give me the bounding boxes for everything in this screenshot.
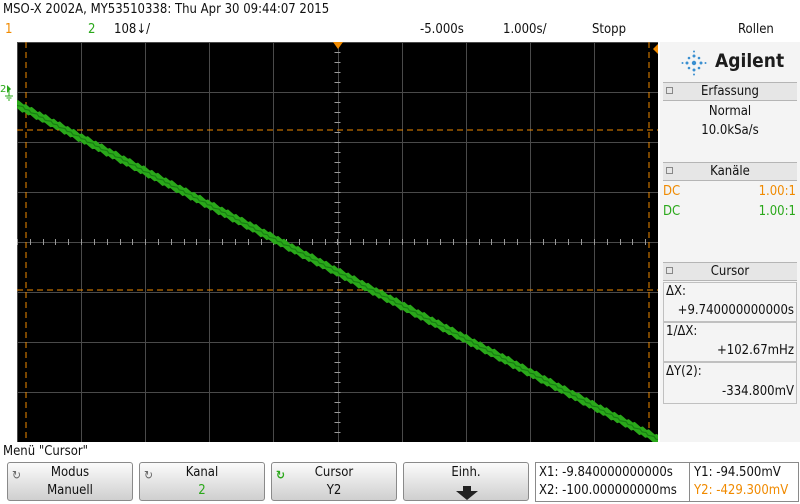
waveform-graticule (13, 42, 662, 443)
run-state: Stopp (592, 22, 627, 37)
softkey-cursor[interactable]: ↻ Cursor Y2 (271, 462, 397, 501)
side-panel: Agilent Erfassung Normal 10.0kSa/s Kanäl… (660, 42, 800, 442)
softkey-channel-label: Kanal (185, 465, 219, 480)
channels-heading[interactable]: Kanäle (663, 162, 797, 181)
readout-x2: X2: -100.000000000ms (539, 483, 677, 498)
trigger-marker-icon (333, 42, 343, 49)
timebase-value: 1.000s/ (503, 22, 547, 37)
acquisition-mode: Normal (708, 104, 752, 119)
brand-logo: Agilent (715, 50, 785, 72)
delta-y-value: -334.800mV (722, 384, 794, 399)
softkey-cursor-label: Cursor (314, 465, 354, 480)
softkey-channel-value: 2 (198, 483, 206, 498)
acquisition-heading[interactable]: Erfassung (663, 82, 797, 101)
inverse-delta-x-box: 1/ΔX: +102.67mHz (663, 322, 797, 362)
menu-title: Menü "Cursor" (3, 444, 89, 459)
readout-y2: Y2: -429.300mV (694, 483, 789, 498)
inverse-delta-x-value: +102.67mHz (716, 343, 794, 358)
softkey-channel[interactable]: ↻ Kanal 2 (139, 462, 265, 501)
softkey-cursor-value: Y2 (326, 483, 342, 498)
acquisition-mode-label: Rollen (738, 22, 774, 37)
inverse-delta-x-label: 1/ΔX: (666, 324, 698, 339)
delay-marker-icon (653, 44, 658, 54)
softkey-units[interactable]: Einh. (403, 462, 529, 501)
channel1-probe: 1.00:1 (758, 184, 796, 199)
agilent-spark-icon (680, 49, 708, 81)
softkey-mode-value: Manuell (47, 483, 93, 498)
delta-y-label: ΔY(2): (666, 364, 702, 379)
sample-rate: 10.0kSa/s (701, 123, 759, 138)
readout-x1: X1: -9.840000000000s (539, 465, 673, 480)
delay-value: -5.000s (420, 22, 464, 37)
softkey-mode[interactable]: ↻ Modus Manuell (7, 462, 133, 501)
channel2-scale: 108↓/ (114, 22, 151, 37)
delta-y-box: ΔY(2): -334.800mV (663, 362, 797, 404)
down-arrow-icon (454, 485, 480, 504)
window-title: MSO-X 2002A, MY53510338: Thu Apr 30 09:4… (3, 2, 330, 17)
channel2-probe: 1.00:1 (758, 204, 796, 219)
svg-text:2: 2 (0, 84, 6, 95)
channel2-ground-marker-icon[interactable]: 2 (0, 83, 16, 103)
readout-divider (689, 463, 690, 501)
softkey-mode-label: Modus (50, 465, 90, 480)
readout-y1: Y1: -94.500mV (694, 465, 781, 480)
delta-x-label: ΔX: (666, 284, 686, 299)
channel2-coupling: DC (663, 204, 681, 219)
channel1-label[interactable]: 1 (5, 22, 12, 37)
delta-x-box: ΔX: +9.740000000000s (663, 282, 797, 322)
delta-x-value: +9.740000000000s (677, 303, 794, 318)
waveform-display[interactable] (13, 42, 662, 443)
softkey-units-label: Einh. (451, 465, 481, 480)
channel1-coupling: DC (663, 184, 681, 199)
cursor-readout: X1: -9.840000000000s X2: -100.000000000m… (535, 462, 799, 502)
cursor-heading[interactable]: Cursor (663, 262, 797, 281)
channel2-label[interactable]: 2 (88, 22, 95, 37)
